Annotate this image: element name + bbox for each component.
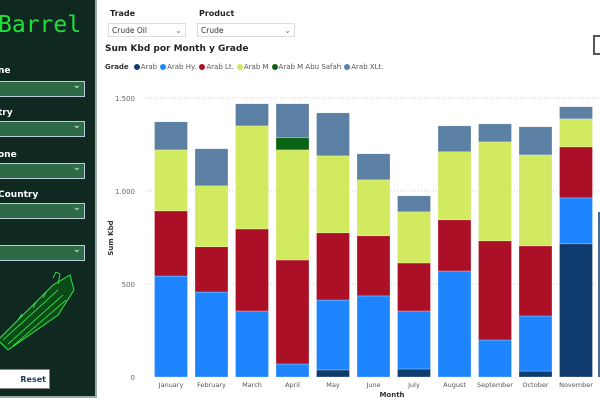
bar-segment	[275, 103, 310, 139]
bar-segment	[437, 219, 472, 272]
x-tick-label: April	[285, 381, 300, 389]
bar-segment	[194, 185, 229, 248]
bar-segment	[518, 315, 553, 372]
bar-segment	[397, 310, 431, 370]
bar-segment	[235, 228, 269, 312]
bar-segment	[275, 259, 310, 365]
bar-segment	[437, 270, 472, 378]
bar-segment	[194, 291, 229, 378]
bar-segment	[478, 339, 512, 378]
bar-segment	[316, 232, 350, 301]
bar-segment	[194, 246, 229, 293]
bar-segment	[478, 240, 512, 341]
bar-segment	[154, 210, 188, 277]
x-axis-title: Month	[379, 391, 404, 399]
x-tick-label: August	[443, 381, 466, 389]
x-tick-label: June	[365, 381, 380, 389]
y-tick-label: 1.000	[115, 188, 135, 196]
bar-segment	[559, 197, 593, 245]
bar-segment	[356, 295, 391, 378]
bar-segment	[397, 368, 431, 378]
visual-frame-edge	[593, 35, 600, 55]
x-tick-label: May	[326, 381, 340, 389]
bar-segment	[518, 370, 553, 378]
y-tick-label: 1.500	[115, 95, 135, 103]
bar-segment	[235, 103, 269, 127]
y-tick-label: 500	[122, 281, 135, 289]
stacked-bar-chart: 0 500 1.000 1.500 Sum Kbd Month January Februar…	[107, 95, 600, 399]
bar-segment	[437, 125, 472, 153]
bar-segment	[559, 146, 593, 199]
bar-segment	[397, 211, 431, 264]
bar-segment	[437, 151, 472, 221]
x-tick-label: October	[522, 381, 548, 389]
bar-segment	[275, 363, 310, 378]
y-axis-title: Sum Kbd	[107, 220, 115, 255]
bar-segment	[356, 179, 391, 237]
bar-segment	[559, 118, 593, 148]
x-tick-label: March	[242, 381, 262, 389]
x-tick-label: September	[477, 381, 513, 389]
bar-segment	[235, 125, 269, 230]
bar-segment	[154, 121, 188, 151]
x-tick-label: February	[197, 381, 226, 389]
bar-segment	[275, 149, 310, 261]
bar-segment	[397, 195, 431, 213]
bar-segment	[518, 245, 553, 317]
bar-segment	[316, 299, 350, 371]
x-tick-label: July	[407, 381, 420, 389]
y-tick-label: 0	[131, 374, 135, 382]
bar-segment	[356, 153, 391, 181]
x-tick-label: November	[559, 381, 593, 389]
bar-segment	[316, 369, 350, 378]
bar-segment	[316, 112, 350, 157]
bar-segment	[275, 137, 310, 151]
bar-segment	[559, 243, 593, 378]
bar-segment	[356, 235, 391, 297]
bar-segment	[154, 275, 188, 378]
bar-segment	[316, 155, 350, 234]
x-tick-label: January	[158, 381, 184, 389]
bar-segment	[559, 106, 593, 120]
bar-segment	[235, 310, 269, 378]
bar-segment	[397, 262, 431, 312]
bar-segment	[518, 154, 553, 247]
bar-segment	[194, 148, 229, 187]
bar-segment	[154, 149, 188, 212]
bar-segment	[478, 123, 512, 143]
bar-segment	[478, 141, 512, 242]
bar-segment	[518, 126, 553, 156]
